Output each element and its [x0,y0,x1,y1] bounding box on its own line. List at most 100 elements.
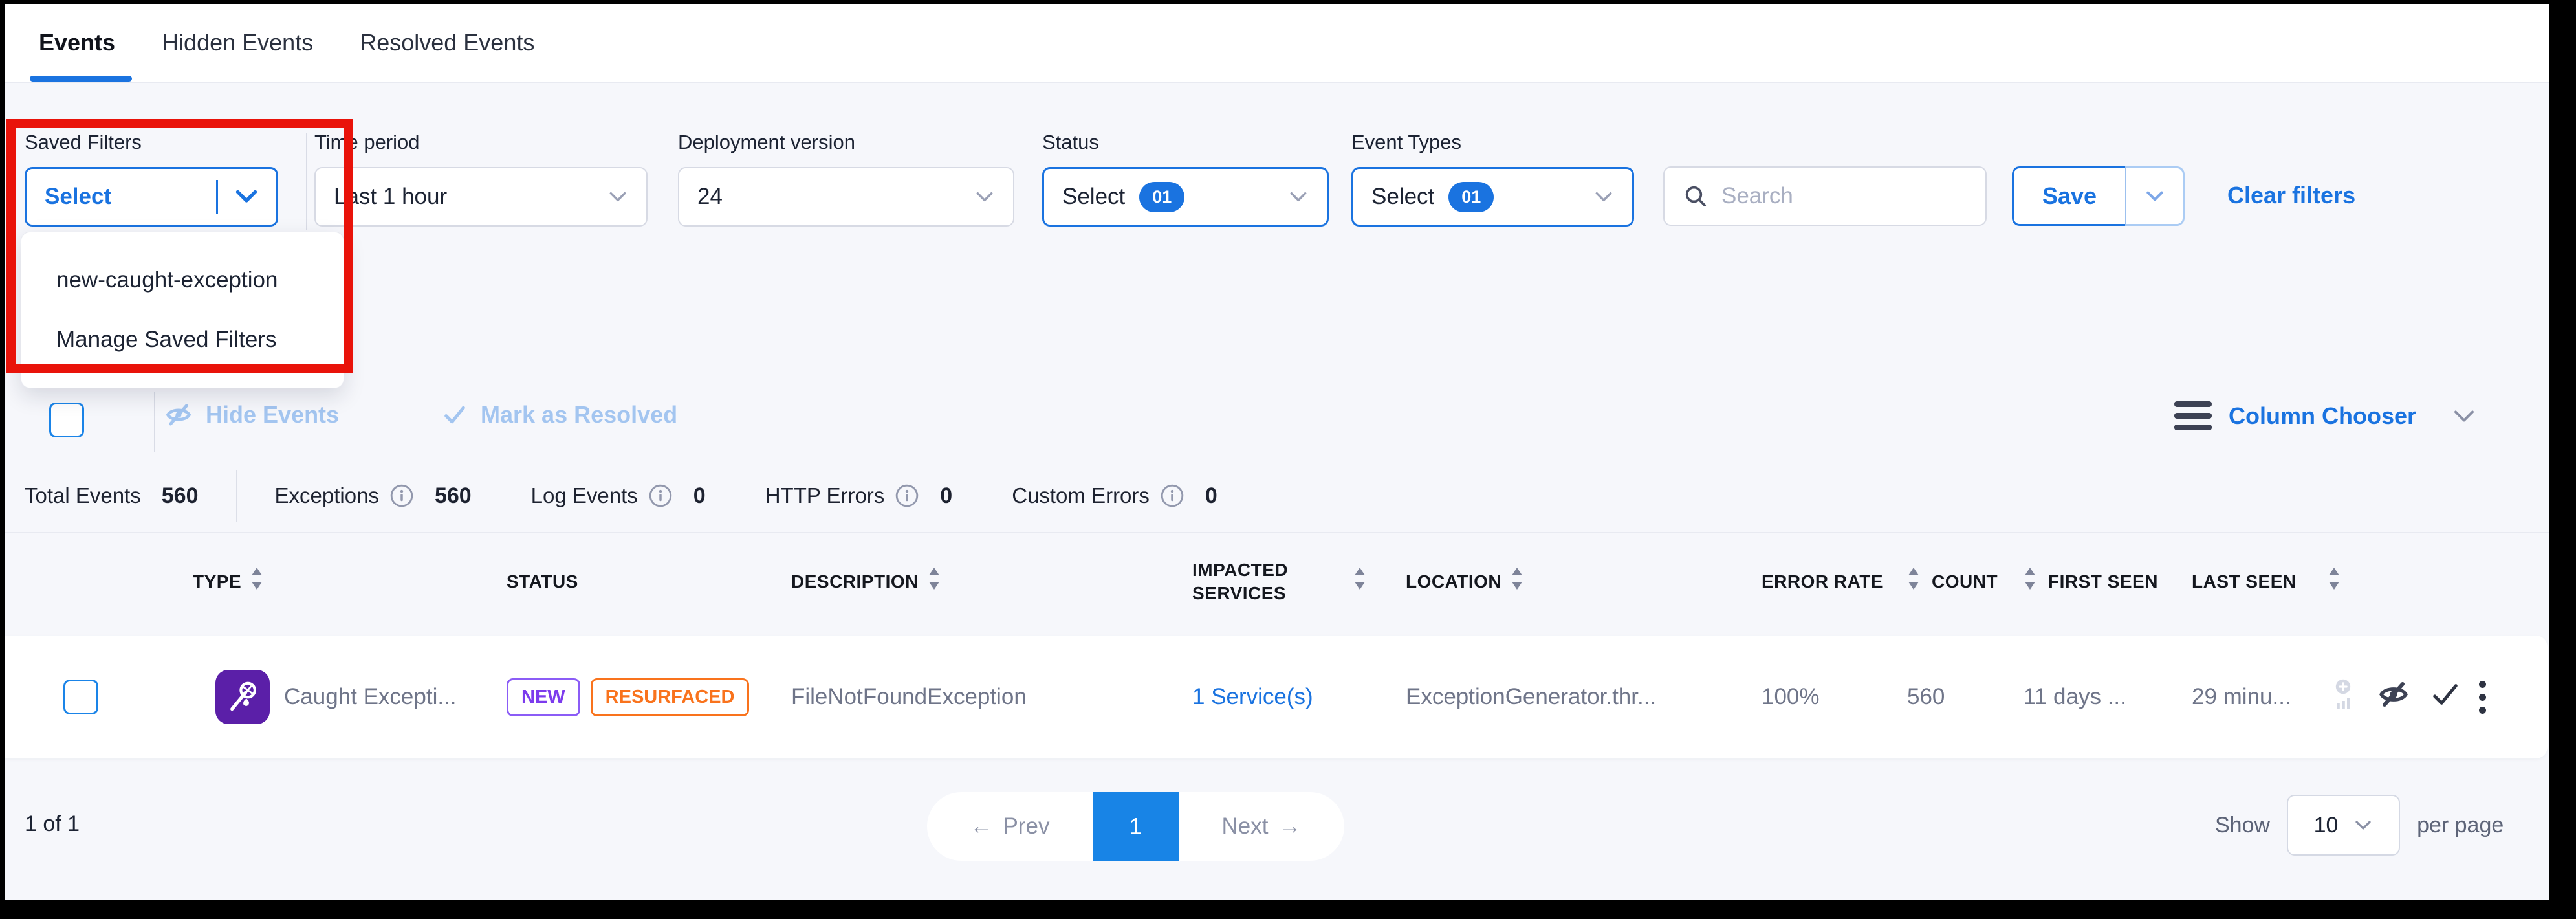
stat-value: 0 [1205,483,1217,509]
per-page-label: per page [2417,813,2504,838]
event-types-count-badge: 01 [1448,182,1494,212]
row-type-cell: Caught Excepti... [186,670,497,724]
column-header-last-seen: LAST SEEN [2185,570,2321,593]
row-error-rate-cell: 100% [1755,684,1901,710]
column-header-error-rate: ERROR RATE [1755,570,1901,593]
tab-events-label: Events [39,29,115,56]
saved-filters-select[interactable]: Select [25,167,278,227]
column-chooser-button[interactable]: Column Chooser [2174,401,2477,430]
row-location-cell: ExceptionGenerator.thr... [1399,684,1755,710]
sort-icon[interactable] [1907,566,1920,597]
filter-divider [306,133,307,230]
kebab-menu-icon[interactable] [2479,681,2486,714]
event-types-label: Event Types [1351,131,1634,154]
row-impacted-services-link[interactable]: 1 Service(s) [1186,684,1399,710]
prev-page-button[interactable]: ← Prev [927,792,1093,861]
status-badge-resurfaced: RESURFACED [591,678,750,716]
select-all-checkbox[interactable] [49,403,84,437]
stat-custom-errors: Custom Errors 0 [1012,483,1217,509]
tab-resolved-events[interactable]: Resolved Events [360,4,534,82]
hide-events-label: Hide Events [206,401,339,428]
deployment-version-select[interactable]: 24 [678,167,1014,227]
eye-slash-icon [163,401,194,428]
select-divider [216,180,218,214]
bulk-actions-row: Hide Events Mark as Resolved Column Choo… [5,392,2549,452]
pagination: ← Prev 1 Next → [927,792,1344,861]
hamburger-icon [2174,401,2212,430]
app-window: Events Hidden Events Resolved Events Sav… [5,4,2549,900]
dropdown-item-manage-saved-filters[interactable]: Manage Saved Filters [21,310,344,370]
column-chooser-label: Column Chooser [2229,403,2416,430]
hide-event-icon[interactable] [2375,679,2412,716]
stat-total-events: Total Events 560 [25,483,199,509]
row-status-cell: NEW RESURFACED [497,678,785,716]
search-field[interactable] [1663,166,1987,226]
search-icon [1683,183,1708,209]
info-icon[interactable] [1160,483,1184,508]
time-period-group: Time period Last 1 hour [314,131,648,227]
sort-icon[interactable] [250,566,263,597]
save-button[interactable]: Save [2012,166,2125,226]
saved-filters-group: Saved Filters Select [25,131,278,227]
saved-filters-dropdown: new-caught-exception Manage Saved Filter… [21,232,344,388]
info-icon[interactable] [895,483,919,508]
column-header-impacted-services: IMPACTED SERVICES [1186,559,1399,606]
dropdown-item-new-caught-exception[interactable]: new-caught-exception [21,250,344,310]
row-count-cell: 560 [1901,684,2017,710]
resolve-check-icon[interactable] [2429,680,2462,715]
trend-icon[interactable] [2328,678,2359,717]
show-label: Show [2215,813,2270,838]
stat-log-events: Log Events 0 [531,483,706,509]
save-dropdown-button[interactable] [2125,166,2185,226]
mark-resolved-button[interactable]: Mark as Resolved [441,401,677,428]
clear-filters-link[interactable]: Clear filters [2227,182,2355,209]
chevron-down-icon [235,189,258,205]
search-input[interactable] [1721,183,1954,209]
status-label: Status [1042,131,1329,154]
row-checkbox[interactable] [63,680,98,714]
chevron-down-icon [2451,408,2477,425]
column-header-status: STATUS [497,570,785,593]
row-type-label: Caught Excepti... [284,684,457,710]
search-group [1663,166,1987,226]
page-size-select[interactable]: 10 [2287,795,2400,856]
sort-icon[interactable] [2024,566,2036,597]
stats-row: Total Events 560 Exceptions 560 Log Even… [25,471,1217,520]
event-types-group: Event Types Select 01 [1351,131,1634,227]
prev-label: Prev [1003,814,1050,839]
status-badge-new: NEW [507,678,580,716]
saved-filters-label: Saved Filters [25,131,278,154]
status-select[interactable]: Select 01 [1042,167,1329,227]
status-group: Status Select 01 [1042,131,1329,227]
sort-icon[interactable] [928,566,941,597]
time-period-value: Last 1 hour [334,184,447,210]
tabs-bar: Events Hidden Events Resolved Events [5,4,2549,83]
stat-http-errors: HTTP Errors 0 [765,483,952,509]
time-period-select[interactable]: Last 1 hour [314,167,648,227]
stats-divider [236,470,237,522]
sort-icon[interactable] [1353,566,1366,597]
mark-resolved-label: Mark as Resolved [481,401,677,428]
info-icon[interactable] [648,483,673,508]
stat-label: Log Events [531,483,638,508]
stat-label: Total Events [25,483,141,508]
chevron-down-icon [2145,189,2165,203]
sort-icon[interactable] [2328,566,2341,597]
next-page-button[interactable]: Next → [1179,792,1344,861]
tab-events[interactable]: Events [39,4,115,82]
page-size-value: 10 [2314,813,2339,838]
stat-exceptions: Exceptions 560 [275,483,472,509]
current-page-button[interactable]: 1 [1093,792,1179,861]
hide-events-button[interactable]: Hide Events [163,401,339,428]
chevron-down-icon [974,190,995,204]
event-types-select[interactable]: Select 01 [1351,167,1634,227]
stat-value: 560 [162,483,199,509]
active-tab-underline [30,76,132,82]
tab-hidden-events[interactable]: Hidden Events [162,4,313,82]
sort-icon[interactable] [1511,566,1523,597]
table-row: Caught Excepti... NEW RESURFACED FileNot… [5,636,2548,758]
info-icon[interactable] [389,483,414,508]
page-summary: 1 of 1 [25,812,80,837]
column-header-type: TYPE [186,566,497,597]
saved-filters-value: Select [45,184,111,210]
